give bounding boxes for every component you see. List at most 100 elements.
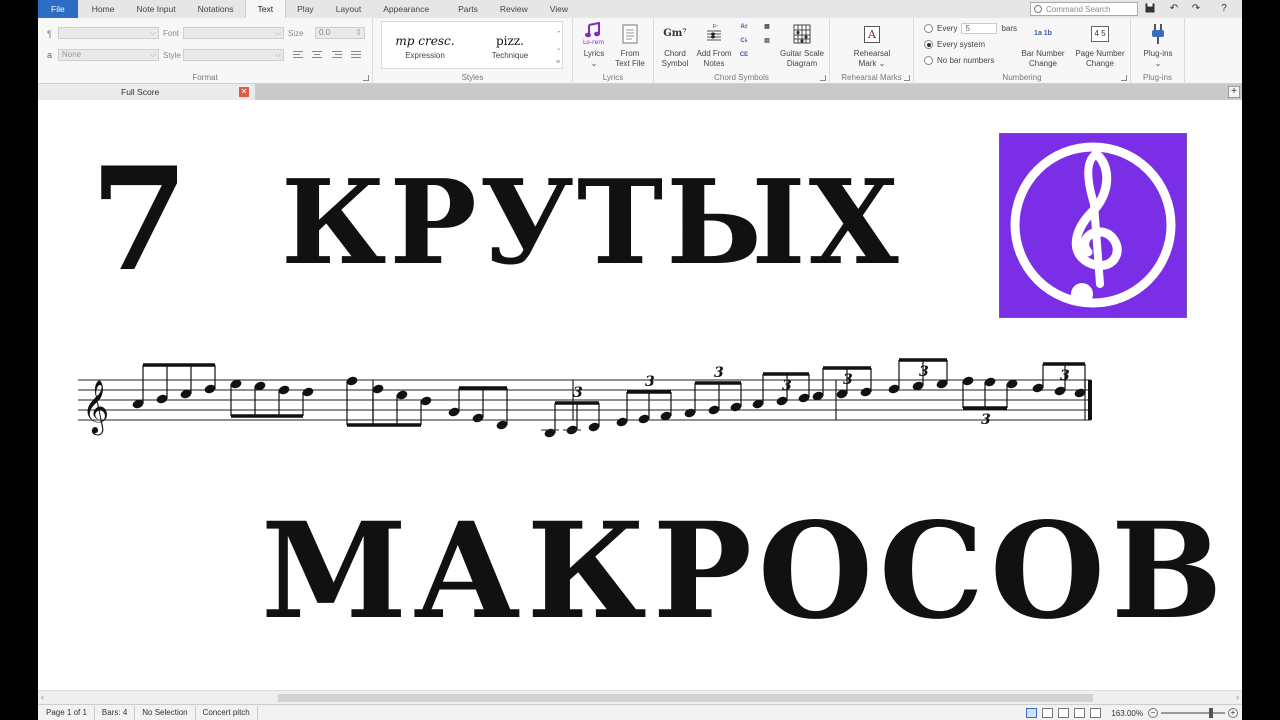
zoom-slider[interactable]: [1161, 708, 1225, 718]
add-from-notes-button[interactable]: F⁷ Add From Notes: [694, 22, 734, 69]
expression-label: Expression: [405, 51, 445, 60]
rehearsal-marks-group-label: Rehearsal Marks: [841, 73, 902, 82]
close-icon[interactable]: ✕: [239, 87, 249, 97]
pages-view-icon[interactable]: [1042, 708, 1054, 718]
plug-icon: [1137, 22, 1179, 46]
align-justify-icon[interactable]: [351, 51, 361, 60]
chevron-down-icon: ⌄: [878, 59, 886, 68]
ribbon: ¶ ⌵ Font ⌵ Size 0.0 ⇕ a None ⌵ Style ⌵ For…: [38, 18, 1242, 84]
page-number-change-button[interactable]: 4 5 Page Number Change: [1072, 22, 1128, 69]
every-label: Every: [937, 24, 958, 33]
status-pitch[interactable]: Concert pitch: [196, 705, 258, 720]
spreads-view-icon[interactable]: [1026, 708, 1038, 718]
zoom-out-icon[interactable]: −: [1148, 708, 1158, 718]
full-score-label: Full Score: [121, 87, 160, 97]
zoom-in-icon[interactable]: +: [1228, 708, 1238, 718]
expression-preview: mp cresc.: [395, 34, 455, 48]
style-label: Style: [163, 51, 181, 60]
tab-note-input[interactable]: Note Input: [125, 0, 186, 18]
scroll-left-icon[interactable]: ‹: [41, 692, 44, 702]
svg-text:Lo-rem: Lo-rem: [583, 39, 604, 46]
title-number: 7: [90, 137, 189, 303]
help-icon[interactable]: ?: [1218, 3, 1230, 15]
scrollbar-thumb[interactable]: [278, 694, 1093, 702]
page-number-change-label: Page Number Change: [1075, 49, 1125, 68]
guitar-scale-diagram-icon: [778, 22, 826, 46]
horizontal-scrollbar[interactable]: ‹ ›: [38, 690, 1242, 704]
chevron-down-icon: ⌄: [590, 59, 598, 68]
rehearsal-marks-group: A Rehearsal Mark ⌄ Rehearsal Marks: [830, 18, 914, 84]
tuplet-number: 3: [573, 385, 583, 401]
no-bar-numbers-option[interactable]: No bar numbers: [924, 56, 994, 65]
tab-review[interactable]: Review: [489, 0, 539, 18]
spin-icon: ⇕: [355, 28, 362, 37]
chord-symbol-button[interactable]: Gm⁷ Chord Symbol: [658, 22, 692, 69]
every-system-option[interactable]: Every system: [924, 40, 985, 49]
chord-symbol-label: Chord Symbol: [661, 49, 689, 68]
tuplet-number: 3: [645, 374, 655, 390]
size-field[interactable]: 0.0 ⇕: [315, 27, 365, 39]
align-center-icon[interactable]: [312, 51, 322, 60]
style-combo[interactable]: ⌵: [183, 49, 284, 61]
gallery-scroll-arrows[interactable]: ⌃ ⌄ ≡: [556, 28, 562, 70]
scroll-right-icon[interactable]: ›: [1236, 692, 1239, 702]
every-n-bars-radio[interactable]: [924, 24, 933, 33]
chord-grid-icon[interactable]: ▤: [761, 36, 773, 46]
every-bars-value: 5: [965, 24, 970, 33]
lyrics-button[interactable]: Lo-rem Lyrics ⌄: [579, 22, 609, 69]
tab-text[interactable]: Text: [244, 0, 287, 18]
add-from-notes-icon: F⁷: [694, 22, 734, 46]
dialog-launcher-icon[interactable]: [1121, 75, 1127, 81]
tab-layout[interactable]: Layout: [325, 0, 373, 18]
undo-icon[interactable]: ↶: [1168, 3, 1180, 15]
fit-page-icon[interactable]: [1090, 708, 1102, 718]
every-n-bars-option[interactable]: Every 5 bars: [924, 23, 1017, 34]
every-bars-stepper[interactable]: 5: [961, 23, 998, 34]
guitar-scale-diagram-button[interactable]: Guitar Scale Diagram: [778, 22, 826, 69]
every-system-radio[interactable]: [924, 40, 933, 49]
save-icon[interactable]: [1144, 3, 1156, 15]
chord-symbol-icon: Gm⁷: [663, 28, 687, 39]
rehearsal-mark-button[interactable]: A Rehearsal Mark ⌄: [844, 22, 900, 69]
transpose-chord-icon[interactable]: C♭: [738, 36, 750, 46]
command-search-box[interactable]: Command Search: [1030, 2, 1138, 16]
paragraph-style-combo[interactable]: ⌵: [58, 27, 159, 39]
panorama-view-icon[interactable]: [1058, 708, 1070, 718]
tab-play[interactable]: Play: [286, 0, 325, 18]
score-page[interactable]: 7 КРУТЫХ МАКРОСОВ 𝄞 3 3 3 3 3 3 3 3: [38, 100, 1242, 690]
chord-layout-icon[interactable]: CE: [738, 50, 750, 60]
respell-chord-icon[interactable]: A♯: [738, 22, 750, 32]
dialog-launcher-icon[interactable]: [904, 75, 910, 81]
tab-appearance[interactable]: Appearance: [372, 0, 440, 18]
zoom-level: 163.00%: [1111, 708, 1143, 718]
tuplet-number: 3: [919, 364, 929, 380]
character-style-combo[interactable]: None ⌵: [58, 49, 159, 61]
treble-clef-icon: 𝄞: [82, 379, 109, 435]
svg-text:F⁷: F⁷: [713, 24, 718, 30]
single-page-icon[interactable]: [1074, 708, 1086, 718]
tuplet-number: 3: [714, 365, 724, 381]
tab-full-score[interactable]: Full Score ✕: [38, 84, 255, 100]
tab-parts[interactable]: Parts: [440, 0, 489, 18]
font-label: Font: [163, 29, 180, 38]
title-line-1: КРУТЫХ: [281, 155, 902, 291]
from-text-file-button[interactable]: From Text File: [613, 22, 647, 69]
chord-diagram-toggle-icon[interactable]: ▦: [761, 22, 773, 32]
align-left-icon[interactable]: [293, 51, 303, 60]
styles-group-label: Styles: [461, 73, 484, 82]
tab-home[interactable]: Home: [78, 0, 126, 18]
style-technique[interactable]: pizz. Technique: [470, 22, 550, 60]
bar-number-change-button[interactable]: 1a 1b Bar Number Change: [1018, 22, 1068, 69]
align-right-icon[interactable]: [332, 51, 342, 60]
style-expression[interactable]: mp cresc. Expression: [385, 22, 465, 60]
no-bar-numbers-radio[interactable]: [924, 56, 933, 65]
redo-icon[interactable]: ↷: [1190, 3, 1202, 15]
plugins-button[interactable]: Plug-ins ⌄: [1137, 22, 1179, 69]
tab-file[interactable]: File: [38, 0, 78, 18]
font-combo[interactable]: ⌵: [183, 27, 284, 39]
add-tab-icon[interactable]: +: [1228, 86, 1240, 98]
dialog-launcher-icon[interactable]: [820, 75, 826, 81]
dialog-launcher-icon[interactable]: [363, 75, 369, 81]
tab-notations[interactable]: Notations: [187, 0, 245, 18]
tab-view[interactable]: View: [539, 0, 579, 18]
